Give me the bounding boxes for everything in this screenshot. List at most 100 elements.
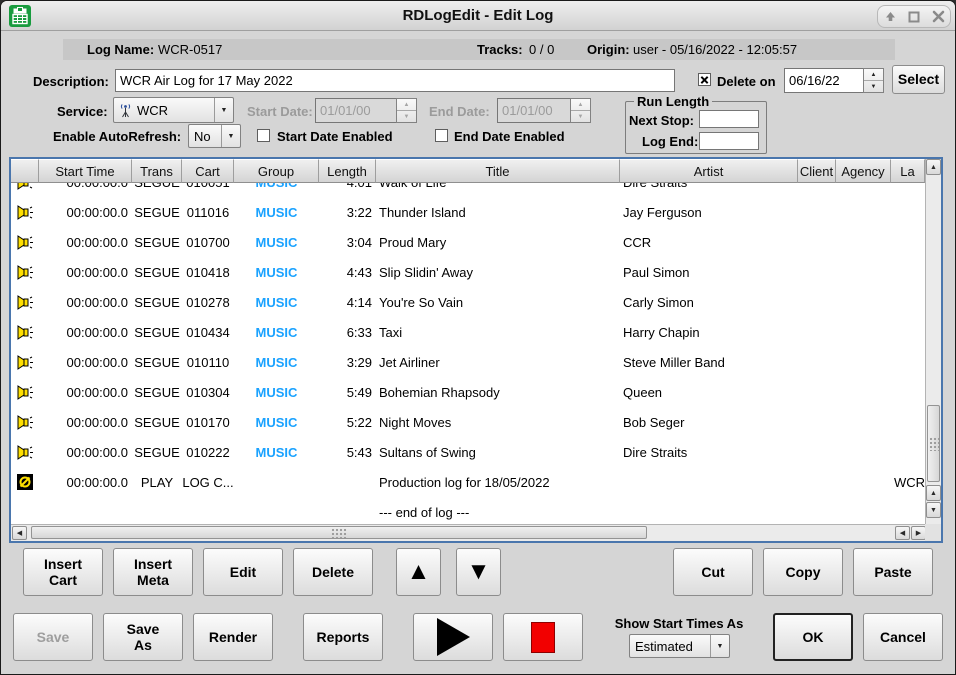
cell-client: [798, 467, 836, 497]
speaker-icon: [17, 204, 34, 221]
vertical-scroll-thumb[interactable]: [927, 405, 940, 482]
insert-cart-button[interactable]: Insert Cart: [23, 548, 103, 596]
log-row[interactable]: 00:00:00.0SEGUE010110MUSIC3:29Jet Airlin…: [11, 347, 925, 377]
scrollbar-corner: [925, 524, 941, 541]
column-header-agency[interactable]: Agency: [836, 159, 891, 183]
log-row[interactable]: 00:00:00.0PLAYLOG C...Production log for…: [11, 467, 925, 497]
cell-title: Night Moves: [376, 407, 620, 437]
end-date-spinner: ▲▼: [570, 98, 591, 123]
cut-button[interactable]: Cut: [673, 548, 753, 596]
cell-icon: [11, 197, 39, 227]
scroll-down-icon[interactable]: ▼: [926, 502, 941, 518]
edit-button[interactable]: Edit: [203, 548, 283, 596]
titlebar[interactable]: RDLogEdit - Edit Log: [1, 1, 955, 31]
cell-title: Bohemian Rhapsody: [376, 377, 620, 407]
vertical-scrollbar[interactable]: ▲ ▲ ▼: [925, 159, 941, 524]
play-button[interactable]: [413, 613, 493, 661]
copy-button[interactable]: Copy: [763, 548, 843, 596]
render-button[interactable]: Render: [193, 613, 273, 661]
table-header-row: Start TimeTransCartGroupLengthTitleArtis…: [11, 159, 925, 183]
insert-meta-button[interactable]: Insert Meta: [113, 548, 193, 596]
autorefresh-label: Enable AutoRefresh:: [53, 129, 181, 144]
close-icon[interactable]: [929, 8, 947, 26]
cell-cart: 010434: [182, 317, 234, 347]
origin-label: Origin:: [587, 42, 630, 57]
delete-button[interactable]: Delete: [293, 548, 373, 596]
log-row[interactable]: 00:00:00.0SEGUE010278MUSIC4:14You're So …: [11, 287, 925, 317]
description-input[interactable]: WCR Air Log for 17 May 2022: [115, 69, 675, 92]
move-up-button[interactable]: ▲: [396, 548, 441, 596]
column-header-client[interactable]: Client: [798, 159, 836, 183]
log-row[interactable]: 00:00:00.0SEGUE010170MUSIC5:22Night Move…: [11, 407, 925, 437]
speaker-icon: [17, 294, 34, 311]
start-date-enabled-checkbox[interactable]: [257, 129, 270, 142]
column-header-title[interactable]: Title: [376, 159, 620, 183]
spin-down-icon: ▼: [571, 111, 590, 122]
cell-artist: Carly Simon: [620, 287, 798, 317]
end-date-enabled-checkbox[interactable]: [435, 129, 448, 142]
cell-artist: CCR: [620, 227, 798, 257]
scroll-left2-icon[interactable]: ◀: [895, 526, 910, 540]
save-button[interactable]: Save: [13, 613, 93, 661]
cancel-button[interactable]: Cancel: [863, 613, 943, 661]
scroll-left-icon[interactable]: ◀: [12, 526, 27, 540]
cell-trans: SEGUE: [132, 377, 182, 407]
column-header-group[interactable]: Group: [234, 159, 319, 183]
delete-on-checkbox[interactable]: [698, 73, 711, 86]
show-start-times-combobox[interactable]: Estimated ▼: [629, 634, 730, 658]
horizontal-scrollbar[interactable]: ◀ ◀ ▶: [11, 524, 941, 541]
ok-button[interactable]: OK: [773, 613, 853, 661]
scroll-up2-icon[interactable]: ▲: [926, 485, 941, 501]
cell-len: [319, 467, 376, 497]
cell-client: [798, 347, 836, 377]
cell-agency: [836, 257, 891, 287]
column-header-artist[interactable]: Artist: [620, 159, 798, 183]
autorefresh-combobox[interactable]: No ▼: [188, 124, 241, 148]
cell-trans: SEGUE: [132, 347, 182, 377]
scroll-right-icon[interactable]: ▶: [911, 526, 926, 540]
column-header-trans[interactable]: Trans: [132, 159, 182, 183]
column-header-start[interactable]: Start Time: [39, 159, 132, 183]
log-row[interactable]: 00:00:00.0SEGUE010434MUSIC6:33TaxiHarry …: [11, 317, 925, 347]
cell-label: [891, 497, 925, 524]
shade-icon[interactable]: [881, 8, 899, 26]
cell-start: 00:00:00.0: [39, 183, 132, 197]
scroll-up-icon[interactable]: ▲: [926, 159, 941, 175]
cell-cart: LOG C...: [182, 467, 234, 497]
log-row[interactable]: 00:00:00.0SEGUE010418MUSIC4:43Slip Slidi…: [11, 257, 925, 287]
service-combobox[interactable]: WCR ▼: [113, 97, 234, 123]
log-end-input[interactable]: [699, 132, 759, 150]
log-name-label: Log Name:: [87, 42, 154, 57]
log-row[interactable]: 00:00:00.0SEGUE011016MUSIC3:22Thunder Is…: [11, 197, 925, 227]
column-header-len[interactable]: Length: [319, 159, 376, 183]
log-row[interactable]: 00:00:00.0SEGUE010700MUSIC3:04Proud Mary…: [11, 227, 925, 257]
paste-button[interactable]: Paste: [853, 548, 933, 596]
log-row[interactable]: --- end of log ---: [11, 497, 925, 524]
chain-icon: [17, 474, 33, 490]
next-stop-input[interactable]: [699, 110, 759, 128]
save-as-button[interactable]: Save As: [103, 613, 183, 661]
stop-button[interactable]: [503, 613, 583, 661]
cell-group: MUSIC: [234, 317, 319, 347]
cell-artist: Jay Ferguson: [620, 197, 798, 227]
log-row[interactable]: 00:00:00.0SEGUE010222MUSIC5:43Sultans of…: [11, 437, 925, 467]
horizontal-scroll-thumb[interactable]: [31, 526, 647, 539]
cell-len: 6:33: [319, 317, 376, 347]
select-button[interactable]: Select: [892, 65, 945, 94]
reports-button[interactable]: Reports: [303, 613, 383, 661]
cell-cart: 010304: [182, 377, 234, 407]
cell-label: [891, 183, 925, 197]
cell-agency: [836, 227, 891, 257]
delete-date-input[interactable]: 06/16/22: [784, 68, 864, 93]
column-header-cart[interactable]: Cart: [182, 159, 234, 183]
log-row[interactable]: 00:00:00.0SEGUE010304MUSIC5:49Bohemian R…: [11, 377, 925, 407]
delete-date-spinner[interactable]: ▲▼: [863, 68, 884, 93]
cell-client: [798, 497, 836, 524]
log-row[interactable]: 00:00:00.0SEGUE010051MUSIC4:01Walk of Li…: [11, 183, 925, 197]
column-header-label[interactable]: La: [891, 159, 925, 183]
cell-agency: [836, 497, 891, 524]
cell-client: [798, 183, 836, 197]
maximize-icon[interactable]: [905, 8, 923, 26]
column-header-icon[interactable]: [11, 159, 39, 183]
move-down-button[interactable]: ▼: [456, 548, 501, 596]
